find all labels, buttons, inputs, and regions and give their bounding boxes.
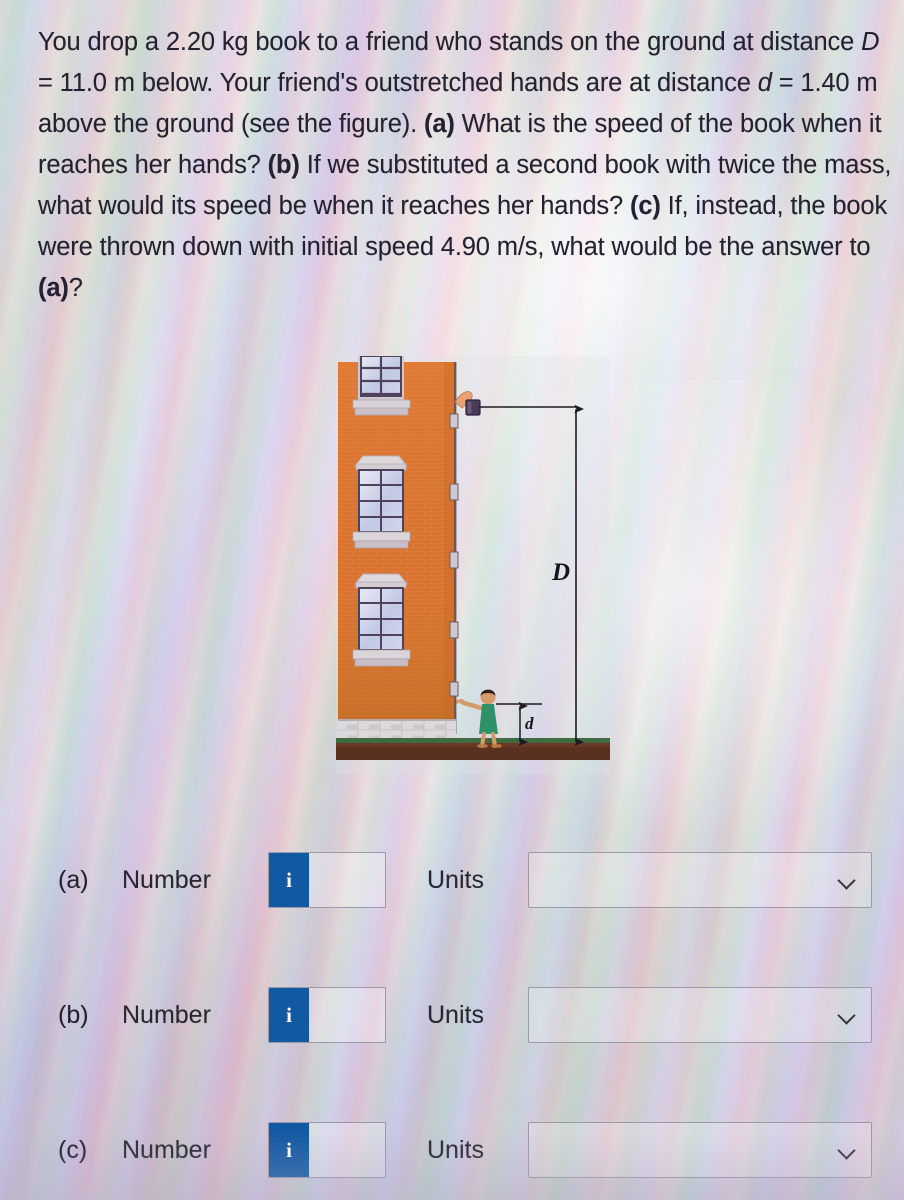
- part-label-a: (a): [58, 866, 89, 894]
- number-field-a[interactable]: i: [268, 852, 386, 908]
- question-segment-2: = 11.0 m below. Your friend's outstretch…: [38, 69, 758, 97]
- foundation-top-edge: [338, 719, 456, 721]
- answer-row-b: (b) Number i Units: [0, 985, 904, 1045]
- building: [338, 356, 459, 740]
- question-segment-3: d: [757, 69, 772, 97]
- question-text: You drop a 2.20 kg book to a friend who …: [38, 22, 893, 309]
- ground-highlight: [336, 743, 610, 747]
- answer-row-c: (c) Number i Units: [0, 1120, 904, 1180]
- window-bottom: [352, 573, 411, 667]
- number-input-a[interactable]: [309, 853, 385, 907]
- window-middle: [352, 455, 411, 549]
- window-top: [352, 356, 411, 416]
- question-segment-5: (a): [424, 110, 455, 138]
- units-label-c: Units: [427, 1136, 484, 1164]
- ground: [336, 738, 610, 760]
- number-field-b[interactable]: i: [268, 987, 386, 1043]
- book-spine: [467, 401, 472, 414]
- number-label-c: Number: [122, 1136, 211, 1164]
- chevron-down-icon[interactable]: [839, 1143, 855, 1159]
- units-label-a: Units: [427, 866, 484, 894]
- question-segment-7: (b): [267, 151, 300, 179]
- number-input-b[interactable]: [309, 988, 385, 1042]
- question-segment-9: (c): [629, 192, 661, 220]
- part-label-c: (c): [58, 1136, 88, 1164]
- person-torso: [482, 704, 494, 712]
- question-segment-11: (a): [38, 274, 69, 302]
- dimension-D-label: D: [551, 559, 570, 586]
- page-root: You drop a 2.20 kg book to a friend who …: [0, 0, 904, 1200]
- person-leg-front: [491, 732, 497, 748]
- problem-figure: d D: [336, 356, 610, 774]
- person-leg-back: [480, 732, 486, 748]
- part-label-b: (b): [58, 1001, 89, 1029]
- number-label-b: Number: [122, 1001, 211, 1029]
- number-input-c[interactable]: [309, 1123, 385, 1177]
- question-segment-12: ?: [68, 274, 83, 302]
- question-segment-0: You drop a 2.20 kg book to a friend who …: [38, 28, 862, 56]
- info-icon[interactable]: i: [269, 853, 309, 907]
- info-icon[interactable]: i: [269, 988, 309, 1042]
- chevron-down-icon[interactable]: [839, 1008, 855, 1024]
- units-select-b[interactable]: [528, 987, 872, 1043]
- answer-row-a: (a) Number i Units: [0, 850, 904, 910]
- units-label-b: Units: [427, 1001, 484, 1029]
- stone-foundation: [338, 720, 456, 740]
- number-field-c[interactable]: i: [268, 1122, 386, 1178]
- dimension-d-label: d: [525, 714, 534, 733]
- info-icon[interactable]: i: [269, 1123, 309, 1177]
- units-select-c[interactable]: [528, 1122, 872, 1178]
- question-segment-1: D: [861, 28, 880, 56]
- units-select-a[interactable]: [528, 852, 872, 908]
- chevron-down-icon[interactable]: [839, 873, 855, 889]
- number-label-a: Number: [122, 866, 211, 894]
- figure-svg: d D: [336, 356, 610, 774]
